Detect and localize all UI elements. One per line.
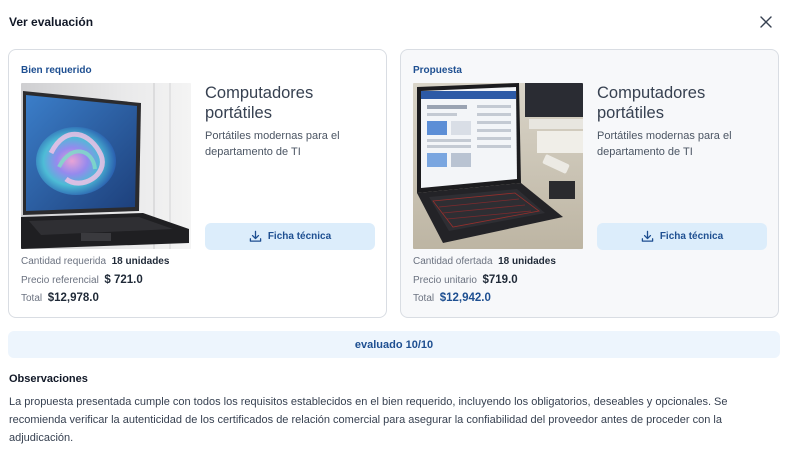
close-button[interactable] [757,13,775,31]
price-label: Precio referencial [21,275,99,286]
required-quantity-row: Cantidad requerida 18 unidades [21,256,169,267]
price-label: Precio unitario [413,275,477,286]
close-icon [760,16,772,28]
required-spec-sheet-button[interactable]: Ficha técnica [205,223,375,250]
observations-title: Observaciones [9,373,88,385]
required-product-description: Portátiles modernas para el departamento… [205,130,340,158]
required-product-title: Computadores portátiles [205,84,314,122]
proposal-total-row: Total $12,942.0 [413,292,491,304]
download-icon [641,230,654,242]
spec-sheet-label: Ficha técnica [659,231,724,242]
quantity-value: 18 unidades [498,256,556,267]
observations-text: La propuesta presentada cumple con todos… [9,396,728,444]
required-product-image [21,83,191,249]
evaluation-score-banner: evaluado 10/10 [8,331,780,358]
required-price-row: Precio referencial $ 721.0 [21,274,143,286]
quantity-value: 18 unidades [111,256,170,267]
modal-title: Ver evaluación [9,15,94,29]
proposal-product-description: Portátiles modernas para el departamento… [597,130,732,158]
price-value: $719.0 [482,274,518,286]
download-icon [249,230,262,242]
total-value: $12,942.0 [439,292,491,304]
price-value: $ 721.0 [104,274,143,286]
proposal-price-row: Precio unitario $719.0 [413,274,518,286]
total-label: Total [21,293,43,304]
required-item-card: Bien requerido Computadores portátiles P… [8,49,387,318]
total-label: Total [413,293,435,304]
total-value: $12,978.0 [47,292,99,304]
proposal-card: Propuesta Computadores portátiles Portát… [400,49,779,318]
proposal-tag: Propuesta [413,65,462,76]
quantity-label: Cantidad requerida [21,256,107,267]
proposal-spec-sheet-button[interactable]: Ficha técnica [597,223,767,250]
required-total-row: Total $12,978.0 [21,292,99,304]
modal-header: Ver evaluación [0,0,788,44]
proposal-product-title: Computadores portátiles [597,84,706,122]
required-item-tag: Bien requerido [21,65,92,76]
proposal-product-image [413,83,583,249]
spec-sheet-label: Ficha técnica [267,231,332,242]
evaluation-score-text: evaluado 10/10 [354,338,434,351]
quantity-label: Cantidad ofertada [413,256,493,267]
proposal-quantity-row: Cantidad ofertada 18 unidades [413,256,556,267]
